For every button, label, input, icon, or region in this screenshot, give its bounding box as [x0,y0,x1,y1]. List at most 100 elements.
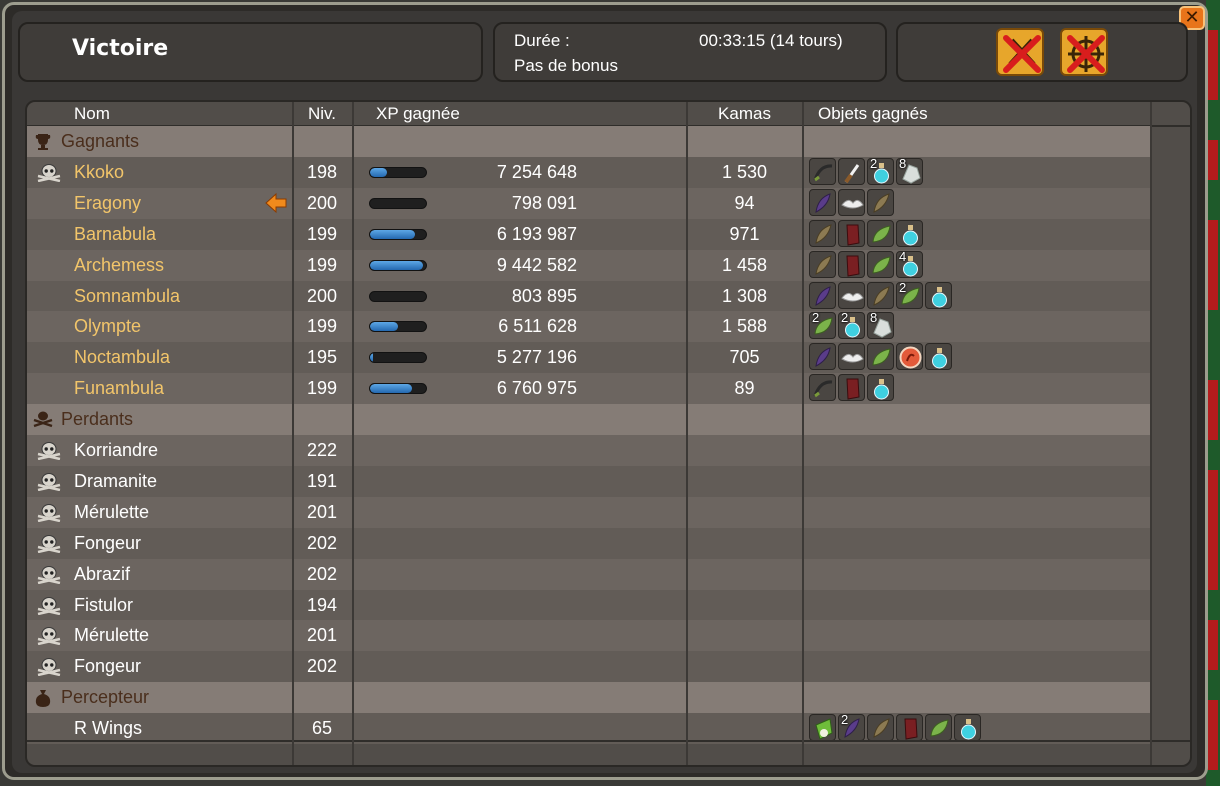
purple-feather-icon [815,347,831,367]
item-slot[interactable]: 2 [838,714,865,741]
item-slot[interactable] [867,374,894,401]
item-slot[interactable]: 2 [867,158,894,185]
item-slot[interactable] [896,714,923,741]
crossed-swords-icon [1003,35,1041,73]
player-name[interactable]: Fongeur [74,651,141,682]
white-wing-icon [841,199,864,209]
item-slot[interactable] [809,251,836,278]
items-gained-list [809,189,894,218]
item-slot[interactable] [925,343,952,370]
item-slot[interactable]: 8 [896,158,923,185]
white-wing-icon [841,353,864,363]
brown-feather-icon [873,286,890,306]
item-slot[interactable] [867,714,894,741]
xp-progress-fill [370,168,387,177]
skull-icon [37,473,61,491]
item-slot[interactable] [809,714,836,741]
xp-gained: 6 193 987 [496,224,577,244]
potion-icon [932,348,947,369]
section-header-row: Gagnants [27,126,1152,157]
item-slot[interactable]: 8 [867,312,894,339]
item-slot[interactable]: 2 [896,282,923,309]
player-name[interactable]: Archemess [74,250,164,281]
section-label: Percepteur [61,687,150,707]
table-row[interactable]: Kkoko 198 7 254 648 1 530 2 8 [27,157,1152,188]
table-row[interactable]: Funambula 199 6 760 975 89 [27,373,1152,404]
player-name[interactable]: Eragony [74,188,141,219]
potion-icon [874,379,889,400]
item-slot[interactable] [838,343,865,370]
item-slot[interactable] [867,189,894,216]
table-row[interactable]: Barnabula 199 6 193 987 971 [27,219,1152,250]
player-level: 202 [306,564,338,584]
table-row[interactable]: Fongeur 202 [27,528,1152,559]
player-name[interactable]: Abrazif [74,559,130,590]
red-cloth-icon [904,718,918,740]
player-name[interactable]: Barnabula [74,219,156,250]
item-slot[interactable] [809,158,836,185]
item-slot[interactable] [925,282,952,309]
items-gained-list: 2 [809,282,952,311]
player-name[interactable]: Somnambula [74,281,180,312]
item-slot[interactable] [867,220,894,247]
item-slot[interactable] [809,282,836,309]
player-name[interactable]: Mérulette [74,620,149,651]
item-slot[interactable] [925,714,952,741]
item-slot[interactable] [867,251,894,278]
item-slot[interactable] [838,282,865,309]
table-row[interactable]: Dramanite 191 [27,466,1152,497]
item-slot[interactable] [809,343,836,370]
table-row[interactable]: Abrazif 202 [27,559,1152,590]
player-name[interactable]: Fongeur [74,528,141,559]
potion-icon [903,225,918,246]
item-slot[interactable] [867,282,894,309]
item-slot[interactable] [867,343,894,370]
table-row[interactable]: Archemess 199 9 442 582 1 458 4 [27,250,1152,281]
skull-icon [37,164,61,182]
item-slot[interactable] [896,343,923,370]
item-slot[interactable] [809,374,836,401]
crosshair-icon [1067,35,1105,73]
item-slot[interactable]: 2 [838,312,865,339]
whip-icon [813,164,833,182]
table-row[interactable]: Mérulette 201 [27,497,1152,528]
item-slot[interactable]: 2 [809,312,836,339]
player-level: 201 [306,502,338,522]
item-slot[interactable] [809,220,836,247]
table-row[interactable]: Somnambula 200 803 895 1 308 2 [27,281,1152,312]
item-slot[interactable] [838,220,865,247]
item-slot[interactable] [896,220,923,247]
item-slot[interactable] [838,158,865,185]
player-name[interactable]: Funambula [74,373,164,404]
player-name[interactable]: Kkoko [74,157,124,188]
player-name[interactable]: Korriandre [74,435,158,466]
purple-feather-icon [815,286,831,306]
item-slot[interactable] [954,714,981,741]
item-slot[interactable] [809,189,836,216]
table-row[interactable]: Eragony 200 798 091 94 [27,188,1152,219]
duration-label: Durée : [514,31,570,50]
table-row[interactable]: Mérulette 201 [27,620,1152,651]
table-row[interactable]: Olympte 199 6 511 628 1 588 2 2 8 [27,311,1152,342]
player-name[interactable]: Noctambula [74,342,170,373]
table-row[interactable]: Korriandre 222 [27,435,1152,466]
item-slot[interactable]: 4 [896,251,923,278]
section-label: Gagnants [61,131,140,151]
crossed-swords-icon-button[interactable] [996,28,1044,76]
brown-feather-icon [815,255,832,275]
player-name[interactable]: Dramanite [74,466,157,497]
table-row[interactable]: Noctambula 195 5 277 196 705 [27,342,1152,373]
item-slot[interactable] [838,189,865,216]
player-name[interactable]: Fistulor [74,590,133,621]
kamas-gained: 971 [729,224,760,244]
player-name[interactable]: Olympte [74,311,141,342]
crosshair-icon-button[interactable] [1060,28,1108,76]
column-divider [352,102,354,765]
potion-icon [961,719,976,740]
item-slot[interactable] [838,251,865,278]
player-name[interactable]: Mérulette [74,497,149,528]
table-row[interactable]: Fistulor 194 [27,590,1152,621]
table-row[interactable]: Fongeur 202 [27,651,1152,682]
skull-crossbones-icon [33,411,53,428]
item-slot[interactable] [838,374,865,401]
